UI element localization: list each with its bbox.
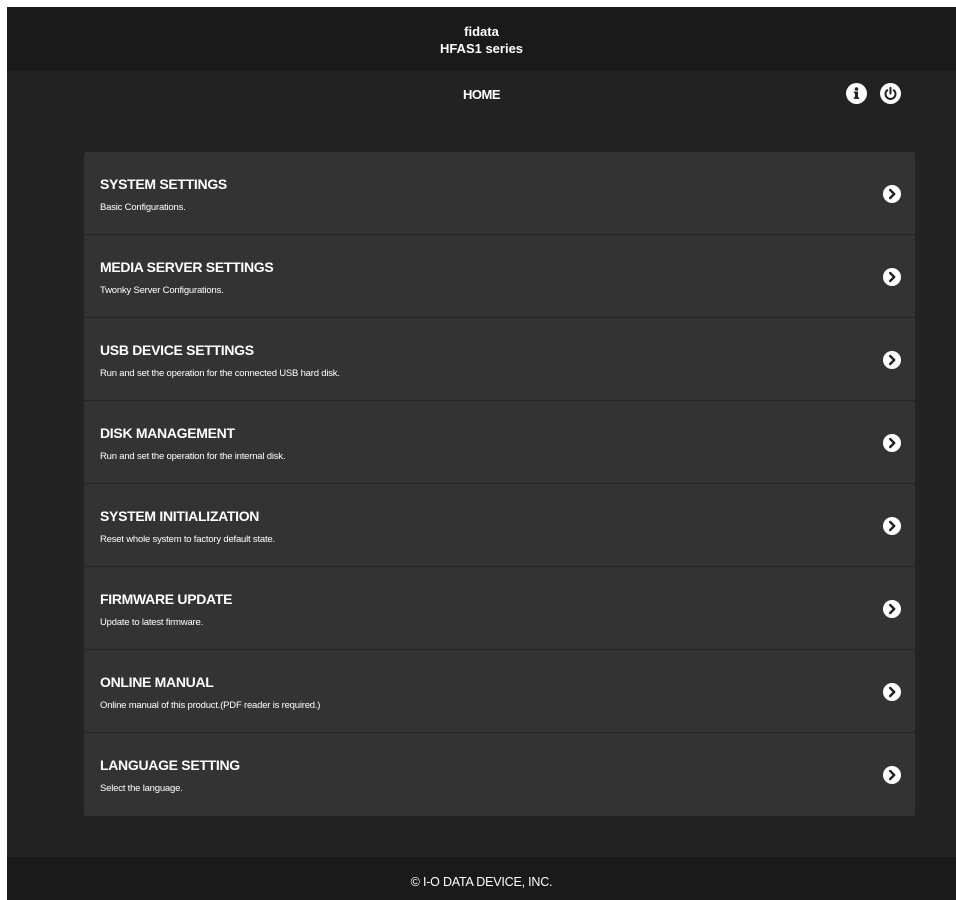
menu-item-title: SYSTEM INITIALIZATION <box>100 508 260 524</box>
power-icon <box>884 86 897 100</box>
power-button[interactable] <box>880 83 901 104</box>
menu-item-media-server-settings[interactable]: MEDIA SERVER SETTINGS Twonky Server Conf… <box>84 235 915 318</box>
menu-item-title: ONLINE MANUAL <box>100 674 214 690</box>
chevron-right-icon[interactable] <box>883 434 901 452</box>
chevron-right-icon[interactable] <box>883 600 901 618</box>
menu-item-title: SYSTEM SETTINGS <box>100 176 227 192</box>
chevron-right-icon[interactable] <box>883 766 901 784</box>
settings-menu: SYSTEM SETTINGS Basic Configurations. ME… <box>84 152 915 816</box>
menu-item-title: LANGUAGE SETTING <box>100 757 240 773</box>
menu-item-title: USB DEVICE SETTINGS <box>100 342 254 358</box>
chevron-right-icon[interactable] <box>883 351 901 369</box>
menu-item-description: Online manual of this product.(PDF reade… <box>100 700 321 711</box>
menu-item-usb-device-settings[interactable]: USB DEVICE SETTINGS Run and set the oper… <box>84 318 915 401</box>
menu-item-online-manual[interactable]: ONLINE MANUAL Online manual of this prod… <box>84 650 915 733</box>
menu-item-system-initialization[interactable]: SYSTEM INITIALIZATION Reset whole system… <box>84 484 915 567</box>
copyright-text: © I-O DATA DEVICE, INC. <box>410 875 553 889</box>
menu-item-description: Reset whole system to factory default st… <box>100 534 275 545</box>
chevron-right-icon[interactable] <box>883 683 901 701</box>
brand-header: fidata HFAS1 series <box>7 7 956 71</box>
menu-item-description: Basic Configurations. <box>100 202 186 213</box>
info-button[interactable] <box>846 83 867 104</box>
menu-item-language-setting[interactable]: LANGUAGE SETTING Select the language. <box>84 733 915 816</box>
menu-item-description: Twonky Server Configurations. <box>100 285 224 296</box>
main-content: SYSTEM SETTINGS Basic Configurations. ME… <box>7 118 956 857</box>
menu-item-description: Select the language. <box>100 783 183 794</box>
chevron-right-icon[interactable] <box>883 185 901 203</box>
page-footer: © I-O DATA DEVICE, INC. <box>7 857 956 900</box>
page-title: HOME <box>463 87 501 102</box>
menu-item-title: FIRMWARE UPDATE <box>100 591 233 607</box>
app-window: fidata HFAS1 series HOME SYSTEM SETTINGS… <box>7 7 956 900</box>
menu-item-system-settings[interactable]: SYSTEM SETTINGS Basic Configurations. <box>84 152 915 235</box>
brand-model: HFAS1 series <box>439 41 524 56</box>
chevron-right-icon[interactable] <box>883 268 901 286</box>
brand-name: fidata <box>464 24 499 39</box>
menu-item-description: Run and set the operation for the intern… <box>100 451 286 462</box>
menu-item-firmware-update[interactable]: FIRMWARE UPDATE Update to latest firmwar… <box>84 567 915 650</box>
info-icon <box>853 87 860 99</box>
menu-item-title: MEDIA SERVER SETTINGS <box>100 259 274 275</box>
menu-item-description: Update to latest firmware. <box>100 617 204 628</box>
menu-item-title: DISK MANAGEMENT <box>100 425 235 441</box>
menu-item-description: Run and set the operation for the connec… <box>100 368 340 379</box>
menu-item-disk-management[interactable]: DISK MANAGEMENT Run and set the operatio… <box>84 401 915 484</box>
page-header: HOME <box>7 71 956 118</box>
chevron-right-icon[interactable] <box>883 517 901 535</box>
